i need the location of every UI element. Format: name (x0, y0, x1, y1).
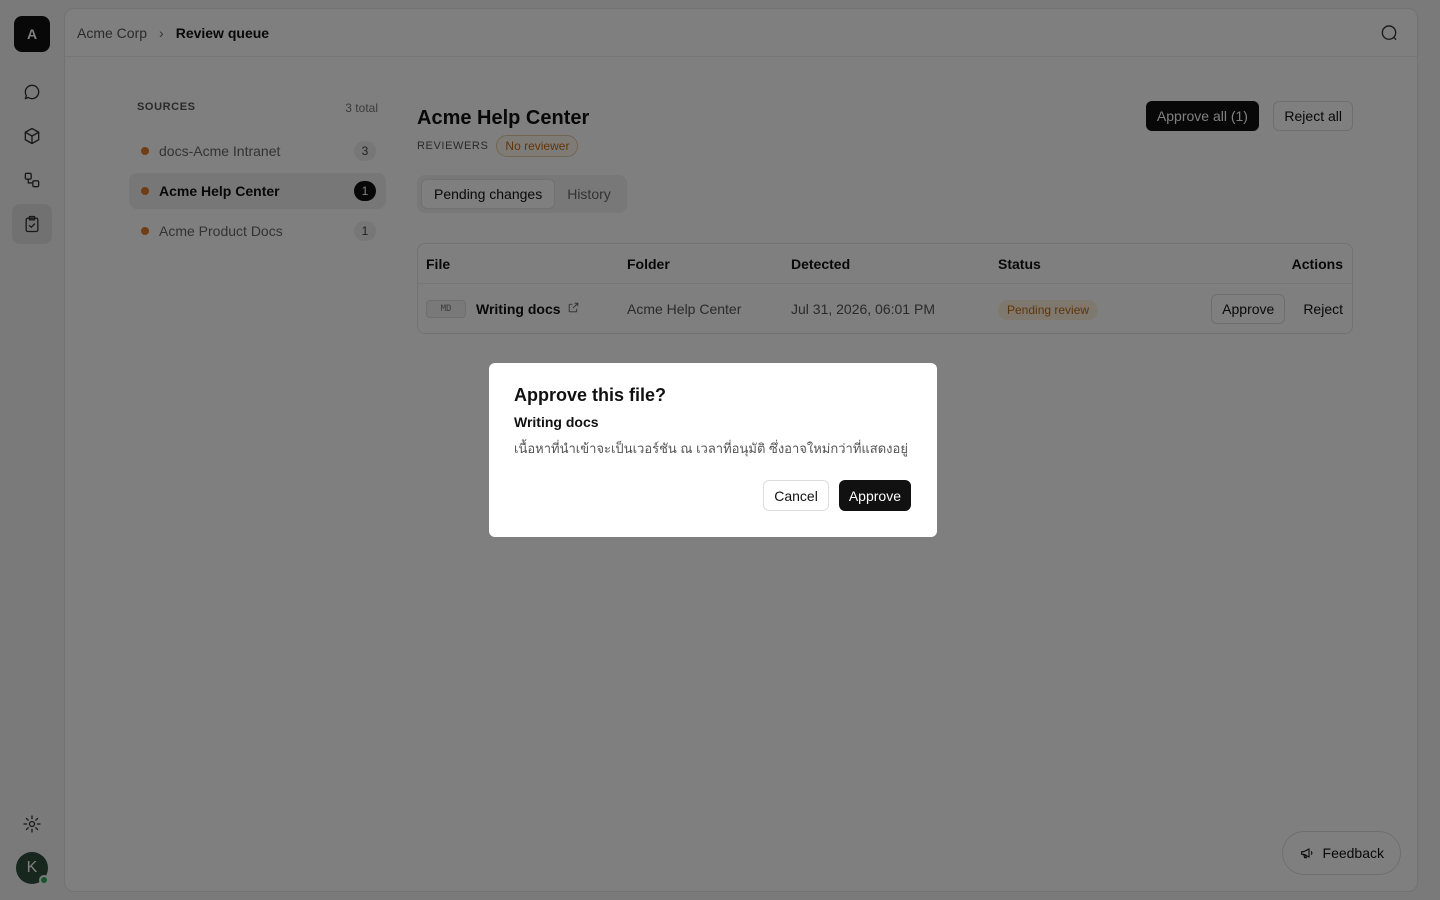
dialog-actions: Cancel Approve (763, 480, 911, 511)
dialog-file-name: Writing docs (514, 414, 599, 430)
dialog-description: เนื้อหาที่นำเข้าจะเป็นเวอร์ชัน ณ เวลาที่… (514, 441, 908, 456)
dialog-title: Approve this file? (514, 385, 667, 405)
approve-file-dialog: Approve this file? Writing docs เนื้อหาท… (489, 363, 937, 537)
approve-button[interactable]: Approve (838, 480, 911, 511)
cancel-button[interactable]: Cancel (763, 480, 829, 511)
